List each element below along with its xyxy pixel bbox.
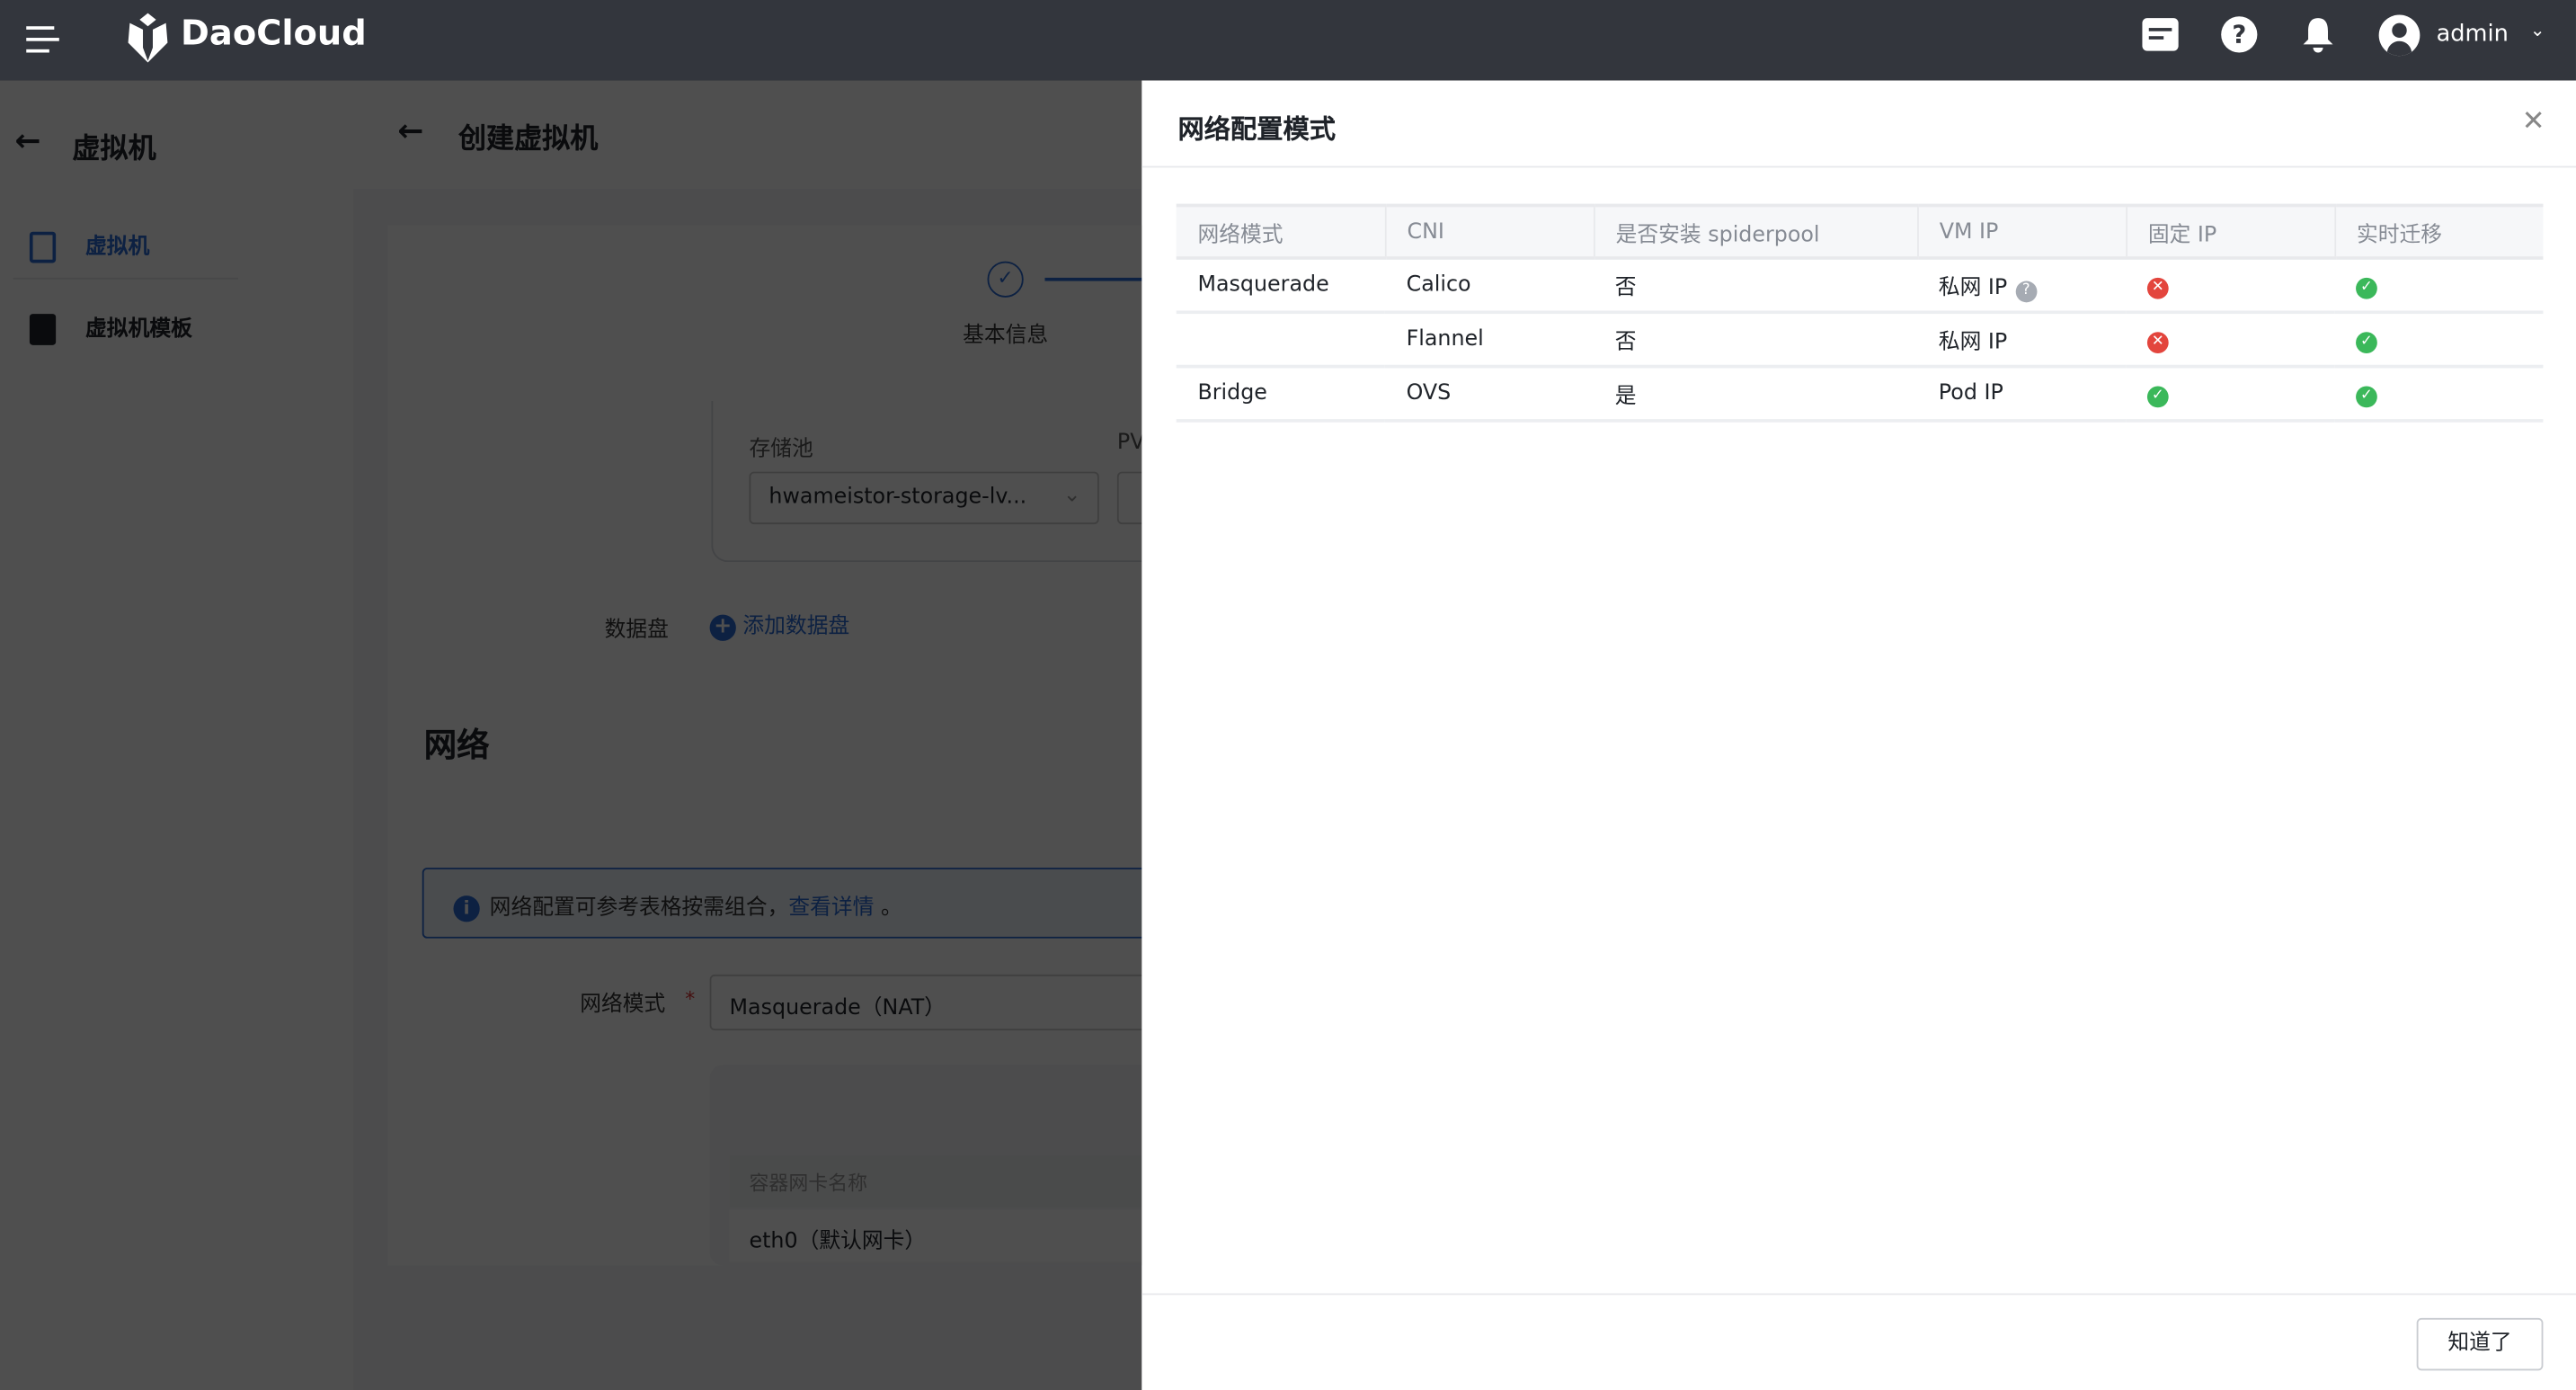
check-circle-icon: ✓ [2146,385,2169,407]
bell-icon[interactable] [2302,16,2335,53]
vm-ip-cell: 私网 IP? [1917,257,2127,315]
vm-ip-value: 私网 IP [1938,330,2008,355]
nic-row: eth0（默认网卡） [729,1209,1206,1262]
fixed-ip-cell: ✕ [2126,257,2335,315]
drawer-title: 网络配置模式 [1177,113,1337,145]
table-row: Flannel 否 私网 IP ✕ ✓ [1176,312,2544,369]
help-icon[interactable]: ? [2221,16,2258,53]
nic-card: 容器网卡名称 eth0（默认网卡） [709,1065,1206,1266]
sidebar-item-label: 虚拟机模板 [85,316,192,343]
spiderpool-cell: 否 [1593,257,1918,315]
chevron-down-icon: ⌄ [1062,483,1081,508]
check-circle-icon: ✓ [2356,276,2377,298]
nic-table-header: 容器网卡名称 [729,1154,1206,1208]
nic-value: eth0（默认网卡） [749,1229,927,1254]
back-arrow-icon[interactable]: ← [397,113,423,149]
table-row: Masquerade Calico 否 私网 IP? ✕ ✓ [1176,257,2544,315]
column-header: 实时迁移 [2334,203,2544,260]
mode-cell: Masquerade [1176,257,1385,315]
user-name[interactable]: admin [2437,22,2509,48]
network-mode-value: Masquerade（NAT） [729,995,946,1021]
vm-ip-cell: 私网 IP [1917,312,2127,369]
vm-ip-value: 私网 IP [1938,275,2008,300]
pv-label: PV [1116,430,1145,456]
table-row: Bridge OVS 是 Pod IP ✓ ✓ [1176,366,2544,423]
info-icon: i [453,895,480,922]
close-icon[interactable]: ✕ [2522,105,2545,138]
fixed-ip-cell: ✕ [2126,312,2335,369]
daocloud-logo-icon [123,12,173,71]
vm-ip-cell: Pod IP [1917,366,2127,423]
spiderpool-cell: 是 [1593,366,1918,423]
form-card: 存储池 PV hwameistor-storage-lv... ⌄ 数据盘 + … [387,400,1216,1266]
help-icon[interactable]: ? [2015,280,2038,302]
mode-cell [1176,312,1385,369]
column-header: CNI [1384,203,1594,260]
live-migration-cell: ✓ [2334,257,2544,315]
divider [13,277,239,280]
vm-template-icon [29,314,57,345]
cni-cell: Flannel [1384,312,1594,369]
column-header: 是否安装 spiderpool [1593,203,1918,260]
column-header: 固定 IP [2126,203,2336,260]
network-mode-table: 网络模式 CNI 是否安装 spiderpool VM IP 固定 IP 实时迁… [1176,203,2544,423]
view-details-link[interactable]: 查看详情 [788,895,874,920]
sidebar-title: 虚拟机 [72,133,156,166]
sidebar: ← 虚拟机 虚拟机 虚拟机模板 [0,80,353,1390]
top-header: DaoCloud ? admin ⌄ [0,0,2576,81]
network-config-drawer: 网络配置模式 ✕ 网络模式 CNI 是否安装 spiderpool VM IP … [1141,80,2576,1390]
live-migration-cell: ✓ [2334,312,2544,369]
sidebar-item-vm[interactable]: 虚拟机 [29,228,150,263]
fixed-ip-cell: ✓ [2126,366,2335,423]
table-header-row: 网络模式 CNI 是否安装 spiderpool VM IP 固定 IP 实时迁… [1176,203,2544,260]
step-label: 基本信息 [963,324,1049,349]
plus-circle-icon: + [709,614,736,641]
divider [1141,165,2576,168]
storage-pool-select[interactable]: hwameistor-storage-lv... ⌄ [749,471,1099,525]
data-disk-label: 数据盘 [604,618,669,643]
x-circle-icon: ✕ [2146,276,2169,298]
column-header: VM IP [1917,203,2127,260]
step-check-icon: ✓ [987,261,1024,298]
cni-cell: OVS [1384,366,1594,423]
storage-pool-label: 存储池 [749,437,813,462]
column-header: 网络模式 [1176,203,1386,260]
chevron-down-icon[interactable]: ⌄ [2530,20,2545,41]
network-section-title: 网络 [423,725,490,764]
x-circle-icon: ✕ [2146,331,2169,353]
info-text: 网络配置可参考表格按需组合， [489,895,789,921]
required-asterisk: * [685,987,696,1011]
brand-name[interactable]: DaoCloud [181,13,367,53]
spiderpool-cell: 否 [1593,312,1918,369]
network-mode-label: 网络模式 [580,992,666,1018]
message-icon[interactable] [2142,18,2179,51]
add-data-disk-button[interactable]: + 添加数据盘 [709,608,850,641]
back-arrow-icon[interactable]: ← [14,123,40,159]
add-data-disk-label: 添加数据盘 [742,614,850,640]
menu-icon[interactable] [26,23,59,53]
user-avatar-icon[interactable] [2378,14,2421,57]
info-end: 。 [881,895,902,921]
divider [1141,1293,2576,1296]
page-title: 创建虚拟机 [457,123,599,156]
network-info-banner: i 网络配置可参考表格按需组合，查看详情 。 [422,868,1195,939]
check-circle-icon: ✓ [2356,385,2377,407]
live-migration-cell: ✓ [2334,366,2544,423]
got-it-button[interactable]: 知道了 [2416,1317,2544,1371]
network-mode-select[interactable]: Masquerade（NAT） [709,974,1203,1031]
check-circle-icon: ✓ [2356,331,2377,353]
nic-header: 容器网卡名称 [749,1172,868,1195]
cni-cell: Calico [1384,257,1594,315]
vm-ip-value: Pod IP [1938,381,2003,406]
vm-icon [29,231,57,263]
mode-cell: Bridge [1176,366,1385,423]
sidebar-item-vm-template[interactable]: 虚拟机模板 [29,310,192,345]
sidebar-item-label: 虚拟机 [85,235,150,260]
storage-pool-value: hwameistor-storage-lv... [768,485,1027,510]
